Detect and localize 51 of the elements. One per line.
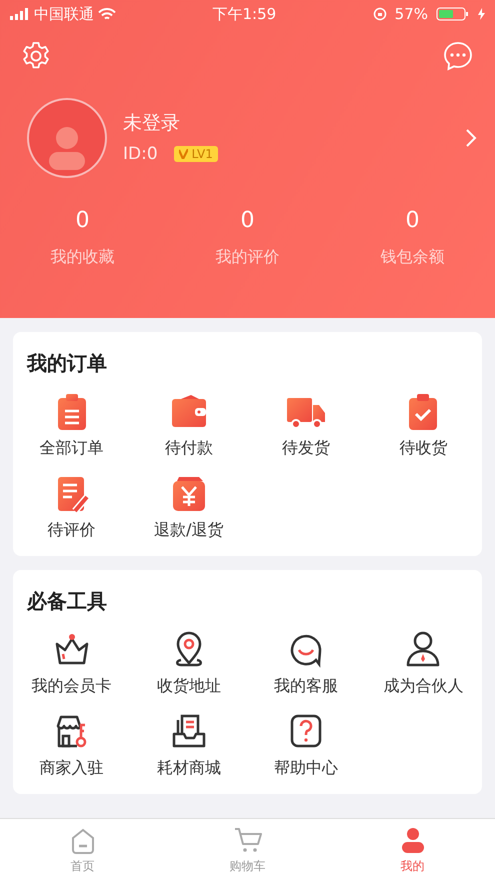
inbox-document-icon	[172, 714, 206, 748]
tool-shortcut[interactable]: 帮助中心	[248, 712, 365, 780]
battery-percent: 57%	[394, 4, 428, 25]
signal-icon	[10, 8, 30, 20]
home-icon	[72, 828, 94, 854]
stat-value: 0	[406, 207, 420, 235]
order-shortcut[interactable]: 待付款	[130, 392, 248, 460]
location-pin-icon	[176, 632, 202, 666]
chevron-right-icon[interactable]	[465, 128, 477, 148]
tool-shortcut[interactable]: 商家入驻	[13, 712, 130, 780]
order-shortcut[interactable]: 待评价	[13, 474, 130, 542]
crown-icon	[55, 634, 88, 664]
truck-icon	[287, 398, 326, 429]
order-shortcut[interactable]: 待收货	[364, 392, 482, 460]
help-icon	[290, 714, 322, 748]
wallet-icon	[172, 395, 206, 427]
order-shortcut[interactable]: 全部订单	[13, 392, 130, 460]
stat-value: 0	[76, 207, 90, 235]
section-title: 必备工具	[26, 588, 108, 615]
stat-label: 我的评价	[216, 246, 280, 268]
tool-shortcut[interactable]: 我的客服	[248, 630, 365, 698]
rotation-lock-icon	[372, 7, 387, 21]
battery-icon	[436, 7, 470, 21]
carrier-name: 中国联通	[34, 4, 94, 25]
clipboard-icon	[58, 394, 86, 430]
chat-smile-icon	[290, 634, 322, 666]
user-id: ID:0	[123, 142, 158, 166]
tool-shortcut[interactable]: 收货地址	[130, 630, 248, 698]
order-shortcut[interactable]: 待发货	[248, 392, 365, 460]
wifi-icon	[98, 8, 116, 20]
person-icon	[402, 828, 424, 852]
stat-value: 0	[240, 207, 254, 235]
order-shortcut[interactable]: 退款/退货	[130, 474, 248, 542]
tool-shortcut[interactable]: 耗材商城	[130, 712, 248, 780]
tool-shortcut[interactable]: 成为合伙人	[364, 630, 482, 698]
stat-label: 钱包余额	[380, 246, 444, 268]
clipboard-check-icon	[409, 394, 438, 430]
document-edit-icon	[58, 477, 90, 514]
section-title: 我的订单	[26, 350, 108, 377]
cart-icon	[234, 828, 262, 852]
user-name: 未登录	[123, 111, 181, 136]
charging-icon	[478, 8, 485, 20]
store-key-icon	[56, 716, 86, 748]
stat-label: 我的收藏	[50, 246, 114, 268]
message-button[interactable]	[443, 40, 473, 72]
person-icon	[407, 632, 440, 666]
yen-wallet-icon	[172, 477, 205, 511]
tool-shortcut[interactable]: 我的会员卡	[13, 630, 130, 698]
status-time: 下午1:59	[212, 4, 276, 25]
tab-item[interactable]: 我的	[330, 819, 495, 881]
level-badge: LV1	[174, 146, 218, 162]
